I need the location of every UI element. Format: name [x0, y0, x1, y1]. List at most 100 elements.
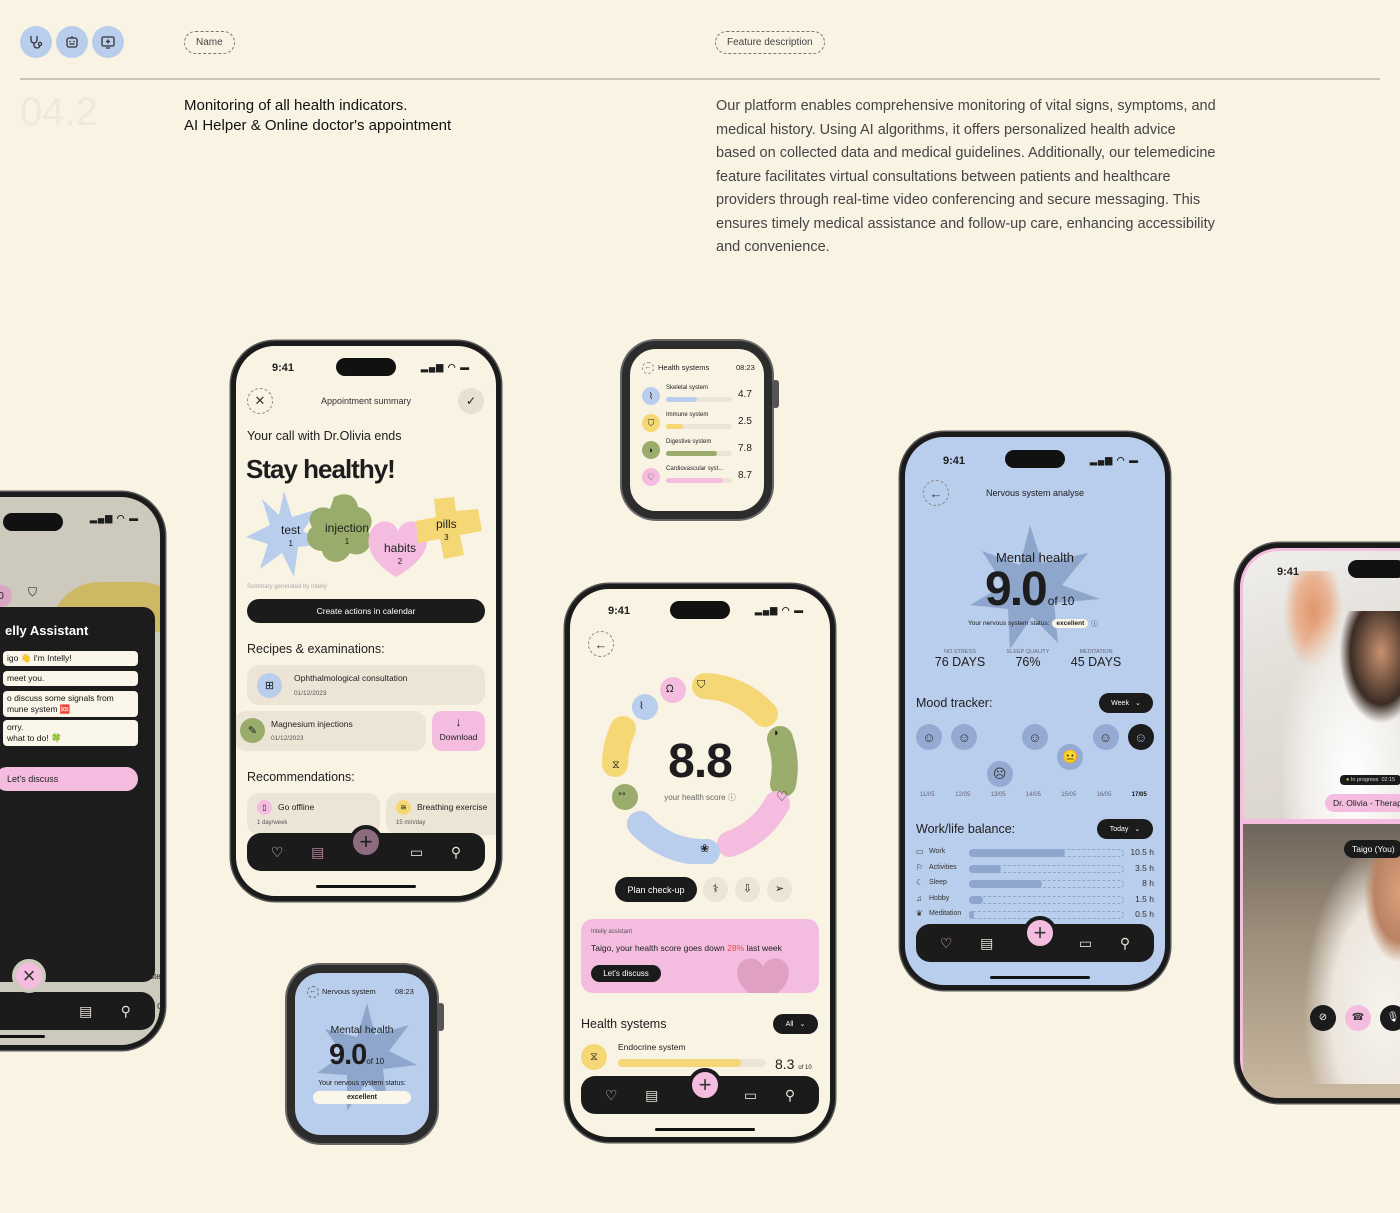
profile-tab-icon[interactable]: ⚲	[451, 844, 461, 861]
download-label: Download	[439, 732, 478, 742]
system-row[interactable]: ⛉ Immune system 2.5	[630, 412, 764, 436]
balance-row: ☾ Sleep 8 h	[916, 878, 1154, 890]
self-figure	[1303, 844, 1400, 1084]
filter-dropdown[interactable]: All ⌄	[773, 1014, 818, 1034]
system-row[interactable]: ◗ Digestive system 7.8	[630, 439, 764, 463]
system-bar-fill	[666, 397, 698, 402]
shield-icon: ⛉	[28, 585, 38, 599]
balance-fill	[969, 849, 1065, 857]
ring-segment-immune[interactable]	[692, 673, 778, 727]
heart-tab-icon[interactable]: ♡	[605, 1087, 618, 1104]
home-indicator	[655, 1128, 755, 1131]
mood-neutral-icon[interactable]: 😐	[1057, 744, 1084, 770]
section-number: 04.2	[20, 90, 98, 134]
add-button[interactable]: +	[688, 1068, 722, 1102]
of-ten: of 10	[366, 1057, 385, 1066]
info-icon[interactable]: ⓘ	[728, 793, 736, 802]
mood-date: 16/05	[1096, 792, 1112, 798]
system-row[interactable]: ⌇ Skeletal system 4.7	[630, 385, 764, 409]
add-button[interactable]: +	[1023, 916, 1057, 950]
balance-filter-dropdown[interactable]: Today ⌄	[1097, 819, 1153, 839]
back-button[interactable]: ←	[307, 986, 319, 998]
heart-tab-icon[interactable]: ♡	[271, 844, 284, 861]
mood-happy-icon[interactable]: ☺	[1092, 724, 1119, 750]
phone-icon: ▯	[257, 800, 272, 815]
section-title: Monitoring of all health indicators. AI …	[184, 96, 451, 136]
home-indicator	[316, 885, 416, 888]
balance-list: ▭ Work 10.5 h ⚐ Activities 3.5 h ☾ Sleep 8 h ♫ Hob…	[916, 847, 1154, 927]
balance-row: ♫ Hobby 1.5 h	[916, 894, 1154, 906]
ring-segment-nervous[interactable]	[627, 811, 720, 864]
assistant-alert-card: Intelly assistant Taigo, your health sco…	[581, 919, 819, 993]
calendar-tab-icon[interactable]: ▤	[311, 844, 324, 861]
download-file-button[interactable]: ⇩	[735, 877, 760, 902]
chat-tab-icon[interactable]: ▭	[410, 844, 423, 861]
close-icon: ×	[22, 963, 36, 988]
alert-suffix: last week	[744, 943, 782, 953]
status-icons: ▂▄▆ ◠ ▬	[1090, 455, 1140, 465]
add-button[interactable]: +	[349, 825, 383, 859]
mood-happy-icon[interactable]: ☺	[916, 724, 942, 750]
profile-tab-icon[interactable]: ⚲	[1120, 935, 1130, 952]
info-icon[interactable]: ⓘ	[1091, 618, 1098, 628]
lets-discuss-button[interactable]: Let's discuss	[591, 965, 661, 982]
back-button[interactable]: ←	[588, 631, 614, 657]
close-button[interactable]: ×	[12, 959, 46, 993]
ring-dot-bone[interactable]	[632, 694, 658, 720]
calendar-tab-icon[interactable]: ▤	[645, 1087, 658, 1104]
profile-tab-icon[interactable]: ⚲	[785, 1087, 795, 1104]
back-button[interactable]: ←	[642, 362, 654, 374]
profile-tab-icon[interactable]: ⚲	[121, 1003, 131, 1020]
header-divider	[20, 78, 1380, 80]
chat-tab-icon[interactable]: ▭	[1079, 935, 1092, 952]
calendar-tab-icon[interactable]: ▤	[980, 935, 993, 952]
end-call-button[interactable]: ☎	[1345, 1005, 1371, 1031]
mood-happy-icon[interactable]: ☺	[951, 724, 978, 750]
plan-checkup-button[interactable]: Plan check-up	[615, 877, 697, 902]
lets-discuss-button[interactable]: Let's discuss	[0, 767, 138, 791]
confirm-button[interactable]: ✓	[458, 388, 484, 414]
mute-button[interactable]: 🎙	[1380, 1005, 1400, 1031]
ring-badge-value: 0	[0, 591, 4, 602]
feature-description: Our platform enables comprehensive monit…	[716, 98, 1216, 255]
mood-happy-icon[interactable]: ☺	[1127, 724, 1154, 750]
shape-count: 3	[444, 533, 449, 542]
monitor-plus-icon-button[interactable]	[92, 26, 124, 58]
peek-text: ste	[150, 972, 161, 981]
system-score: 7.8	[738, 443, 752, 454]
endocrine-icon: ⧖	[581, 1044, 607, 1070]
stethoscope-icon-button[interactable]	[20, 26, 52, 58]
butterfly-icon: ❦	[916, 909, 923, 918]
create-calendar-actions-button[interactable]: Create actions in calendar	[247, 599, 485, 623]
share-button[interactable]: ➢	[767, 877, 792, 902]
heart-tab-icon[interactable]: ♡	[940, 935, 953, 952]
mood-sad-icon[interactable]: ☹	[986, 761, 1013, 787]
robot-icon-button[interactable]	[56, 26, 88, 58]
of-ten: of 10	[798, 1065, 812, 1071]
system-row[interactable]: ♡ Cardiovascular syst... 8.7	[630, 466, 764, 490]
shape-count: 2	[397, 557, 403, 566]
recommendation-card[interactable]: ≋ Breathing exercise 15 min/day	[386, 793, 496, 835]
download-button[interactable]: ↓ Download	[432, 711, 485, 751]
doctor-figure	[1283, 611, 1400, 819]
balance-value: 1.5 h	[1135, 893, 1154, 904]
chat-message: o discuss some signals from mune system …	[3, 691, 138, 717]
camera-off-button[interactable]: ⊘	[1310, 1005, 1336, 1031]
mood-filter-dropdown[interactable]: Week ⌄	[1099, 693, 1153, 713]
stethoscope-button[interactable]: ⚕	[703, 877, 728, 902]
balance-track	[969, 864, 1124, 873]
recipe-card[interactable]: ✎ Magnesium injections 01/12/2023	[236, 711, 426, 751]
mood-date: 12/05	[955, 792, 971, 798]
ring-segment-cardio[interactable]	[717, 791, 790, 857]
mental-health-score: 9.0of 10	[329, 1039, 384, 1072]
recipe-card[interactable]: ⊞ Ophthalmological consultation 01/12/20…	[247, 665, 485, 705]
chat-tab-icon[interactable]: ▭	[744, 1087, 757, 1104]
recipe-date: 01/12/2023	[271, 735, 304, 742]
chat-tab-icon[interactable]: ▤	[79, 1003, 92, 1020]
balance-name: Work	[929, 848, 946, 855]
mood-happy-icon[interactable]: ☺	[1021, 724, 1048, 750]
activities-icon: ⚐	[916, 862, 924, 872]
stat-value: 45 DAYS	[1070, 655, 1122, 669]
monitor-plus-icon	[101, 36, 115, 49]
kidney-icon: ᘯ	[666, 684, 674, 695]
